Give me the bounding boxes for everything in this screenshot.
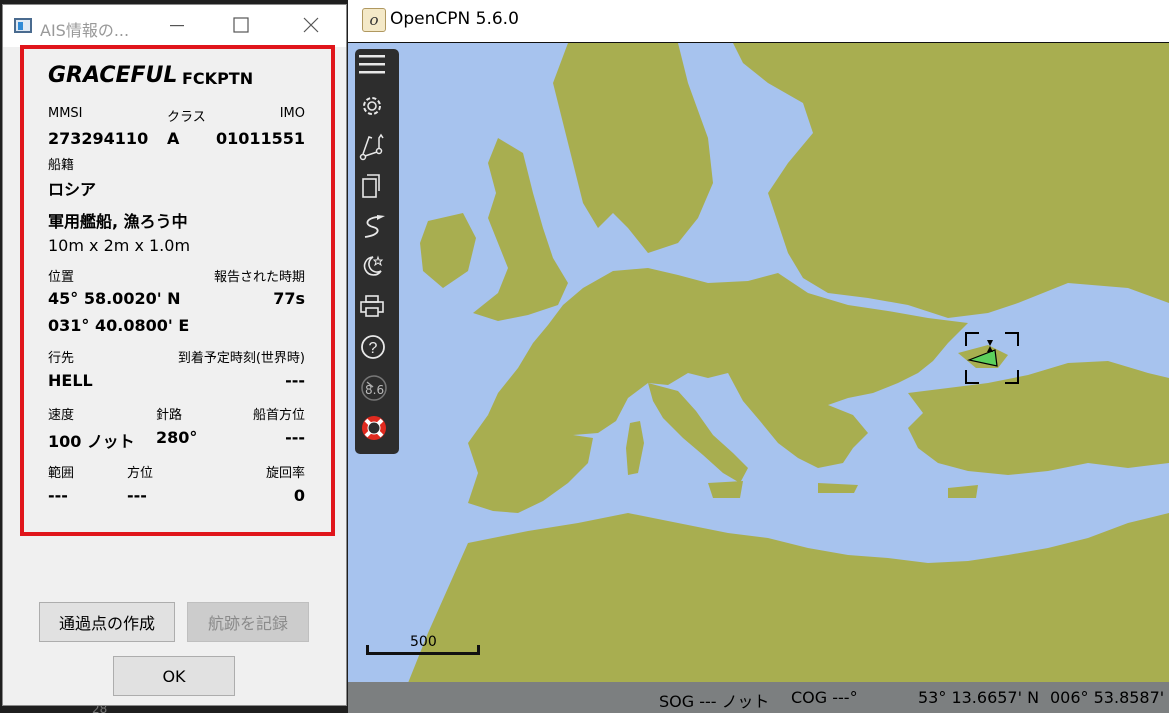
svg-text:?: ? bbox=[369, 340, 378, 357]
reported-value: 77s bbox=[273, 289, 305, 308]
scale-tick bbox=[477, 645, 480, 655]
status-latitude: 53° 13.6657' N bbox=[918, 688, 1040, 707]
tide-button[interactable]: 8.6 bbox=[359, 373, 395, 409]
status-sog: SOG --- ノット bbox=[659, 692, 770, 711]
class-value: A bbox=[167, 129, 180, 148]
position-lat: 45° 58.0020' N bbox=[48, 289, 181, 308]
ais-target-marker[interactable] bbox=[965, 332, 1019, 384]
track-button[interactable] bbox=[359, 213, 395, 249]
reported-label: 報告された時期 bbox=[213, 270, 305, 285]
help-button[interactable]: ? bbox=[359, 333, 395, 369]
help-icon: ? bbox=[361, 335, 385, 359]
menu-button[interactable] bbox=[359, 53, 395, 89]
class-label: クラス bbox=[167, 110, 206, 125]
maximize-button[interactable] bbox=[227, 11, 255, 39]
scale-tick bbox=[366, 645, 369, 655]
gear-icon bbox=[363, 97, 381, 115]
course-value: 280° bbox=[156, 428, 198, 447]
course-label: 針路 bbox=[156, 408, 183, 423]
mob-button[interactable] bbox=[359, 413, 395, 449]
bearing-value: --- bbox=[127, 486, 147, 505]
callsign: FCKPTN bbox=[182, 69, 254, 88]
ais-info-dialog: AIS情報の... GRACEFUL FCKPTN MMSI クラス IMO 2… bbox=[2, 4, 347, 706]
status-longitude: 006° 53.8587' E bbox=[1050, 688, 1169, 707]
status-cog: COG ---° bbox=[791, 688, 858, 707]
screen: 28 o OpenCPN 5.6.0 ? 8.6 500 SOG --- ノット… bbox=[0, 0, 1169, 713]
flag-label: 船籍 bbox=[48, 158, 75, 173]
heading-label: 船首方位 bbox=[252, 408, 305, 423]
record-track-button[interactable]: 航跡を記録 bbox=[187, 602, 309, 642]
destination-value: HELL bbox=[48, 371, 93, 390]
range-value: --- bbox=[48, 486, 68, 505]
documents-button[interactable] bbox=[359, 173, 395, 209]
imo-label: IMO bbox=[279, 106, 305, 121]
dialog-app-icon bbox=[14, 18, 32, 33]
minimize-button[interactable] bbox=[163, 11, 191, 39]
hamburger-menu-icon bbox=[359, 55, 385, 74]
tide-gauge-label: 8.6 bbox=[365, 383, 385, 397]
mmsi-label: MMSI bbox=[48, 106, 83, 121]
documents-icon bbox=[362, 174, 380, 198]
rot-label: 旋回率 bbox=[265, 466, 305, 481]
night-mode-button[interactable] bbox=[359, 253, 395, 289]
scale-label: 500 bbox=[410, 634, 437, 650]
printer-icon bbox=[360, 295, 384, 317]
eta-value: --- bbox=[285, 371, 305, 390]
settings-button[interactable] bbox=[359, 93, 395, 129]
lifebuoy-icon bbox=[362, 416, 386, 440]
scale-bar: 500 bbox=[366, 634, 482, 656]
heading-value: --- bbox=[285, 428, 305, 447]
rot-value: 0 bbox=[293, 486, 305, 505]
ais-vessel-icon bbox=[966, 340, 998, 367]
position-lon: 031° 40.0800' E bbox=[48, 316, 190, 335]
eta-label: 到着予定時刻(世界時) bbox=[177, 351, 305, 366]
dialog-title: AIS情報の... bbox=[40, 21, 130, 40]
track-icon bbox=[364, 215, 385, 238]
vessel-dimensions: 10m x 2m x 1.0m bbox=[48, 236, 191, 255]
close-button[interactable] bbox=[297, 11, 325, 39]
vessel-type: 軍用艦船, 漁ろう中 bbox=[48, 212, 188, 231]
route-button[interactable] bbox=[359, 133, 395, 169]
scale-line bbox=[366, 652, 480, 655]
close-icon bbox=[303, 17, 319, 33]
mmsi-value: 273294110 bbox=[48, 129, 149, 148]
position-label: 位置 bbox=[48, 270, 75, 285]
destination-label: 行先 bbox=[48, 351, 75, 366]
land-sicily bbox=[708, 481, 743, 498]
main-window-title: OpenCPN 5.6.0 bbox=[390, 9, 519, 29]
chart-map bbox=[348, 43, 1169, 682]
chart-canvas[interactable]: ? 8.6 500 bbox=[348, 42, 1169, 682]
imo-value: 01011551 bbox=[215, 129, 305, 148]
ok-button[interactable]: OK bbox=[113, 656, 235, 696]
range-label: 範囲 bbox=[48, 466, 75, 481]
night-mode-icon bbox=[363, 255, 384, 276]
speed-value: 100 ノット bbox=[48, 432, 135, 451]
status-bar: SOG --- ノット COG ---° 53° 13.6657' N 006°… bbox=[348, 682, 1169, 713]
main-toolbar: ? 8.6 bbox=[355, 49, 399, 454]
dialog-titlebar[interactable]: AIS情報の... bbox=[3, 5, 346, 47]
print-button[interactable] bbox=[359, 293, 395, 329]
maximize-icon bbox=[233, 17, 249, 33]
bearing-label: 方位 bbox=[127, 466, 154, 481]
minimize-icon bbox=[170, 25, 184, 27]
main-titlebar[interactable]: o OpenCPN 5.6.0 bbox=[348, 0, 1169, 42]
flag-value: ロシア bbox=[48, 180, 97, 199]
create-waypoint-button[interactable]: 通過点の作成 bbox=[39, 602, 175, 642]
opencpn-app-icon: o bbox=[362, 8, 386, 32]
ais-info-panel: GRACEFUL FCKPTN MMSI クラス IMO 273294110 A… bbox=[20, 45, 335, 536]
speed-label: 速度 bbox=[48, 408, 75, 423]
ship-name: GRACEFUL bbox=[48, 63, 178, 88]
route-icon bbox=[359, 133, 384, 161]
opencpn-window: o OpenCPN 5.6.0 ? 8.6 500 SOG --- ノット CO… bbox=[348, 0, 1169, 713]
